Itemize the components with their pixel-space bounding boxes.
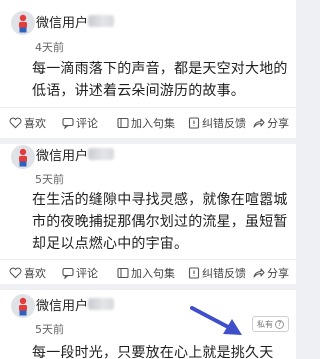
username[interactable]: 微信用户 [36, 295, 88, 314]
divider [0, 259, 296, 260]
username[interactable]: 微信用户 [36, 12, 88, 31]
share-button[interactable]: 分享 [253, 263, 289, 283]
add-to-collection-label: 加入句集 [131, 267, 175, 280]
comment-icon [62, 267, 74, 279]
comment-button[interactable]: 评论 [62, 263, 98, 283]
post-card: 微信用户 4天前 每一滴雨落下的声音，都是天空对大地的低语，讲述着云朵间游历的故… [0, 0, 296, 138]
report-label: 纠错反馈 [202, 117, 246, 130]
help-icon[interactable]: ? [275, 319, 284, 329]
post-content: 每一段时光，只要放在心上就是挑久天 [32, 345, 274, 359]
report-button[interactable]: 纠错反馈 [188, 263, 246, 283]
add-to-collection-button[interactable]: 加入句集 [117, 113, 175, 133]
action-bar: 喜欢 评论 加入句集 纠错反馈 分享 [0, 263, 296, 283]
report-icon [188, 117, 200, 129]
post-content: 在生活的缝隙中寻找灵感，就像在喧嚣城市的夜晚捕捉那偶尔划过的流星，虽短暂却足以点… [32, 192, 288, 252]
avatar[interactable] [11, 11, 35, 35]
post-card: 微信用户 5天前 在生活的缝隙中寻找灵感，就像在喧嚣城市的夜晚捕捉那偶尔划过的流… [0, 144, 296, 284]
username-redaction [88, 298, 114, 310]
post-time: 4天前 [35, 41, 64, 54]
like-label: 喜欢 [24, 117, 46, 130]
arrow-icon [190, 306, 242, 335]
share-label: 分享 [267, 117, 289, 130]
share-icon [253, 118, 265, 128]
person-icon [19, 297, 27, 316]
divider [0, 107, 296, 108]
quote-icon [117, 267, 129, 279]
comment-icon [62, 117, 74, 129]
add-to-collection-button[interactable]: 加入句集 [117, 263, 175, 283]
private-label: 私有 [257, 319, 273, 329]
comment-label: 评论 [76, 267, 98, 280]
comment-button[interactable]: 评论 [62, 113, 98, 133]
comment-label: 评论 [76, 117, 98, 130]
add-to-collection-label: 加入句集 [131, 117, 175, 130]
post-time: 5天前 [35, 173, 64, 186]
like-button[interactable]: 喜欢 [9, 113, 46, 133]
avatar[interactable] [11, 294, 35, 318]
like-label: 喜欢 [24, 267, 46, 280]
person-icon [19, 148, 27, 167]
private-badge[interactable]: 私有 ? [252, 316, 289, 332]
heart-icon [9, 267, 22, 279]
share-label: 分享 [267, 267, 289, 280]
share-button[interactable]: 分享 [253, 113, 289, 133]
like-button[interactable]: 喜欢 [9, 263, 46, 283]
post-time: 5天前 [35, 323, 64, 336]
quote-icon [117, 117, 129, 129]
report-label: 纠错反馈 [202, 267, 246, 280]
username-redaction [88, 15, 114, 27]
avatar[interactable] [11, 145, 35, 169]
post-content: 每一滴雨落下的声音，都是天空对大地的低语，讲述着云朵间游历的故事。 [32, 61, 288, 99]
share-icon [253, 268, 265, 278]
report-button[interactable]: 纠错反馈 [188, 113, 246, 133]
person-icon [19, 14, 27, 33]
username[interactable]: 微信用户 [36, 145, 88, 164]
action-bar: 喜欢 评论 加入句集 纠错反馈 分享 [0, 113, 296, 133]
heart-icon [9, 117, 22, 129]
username-redaction [88, 148, 114, 160]
report-icon [188, 267, 200, 279]
